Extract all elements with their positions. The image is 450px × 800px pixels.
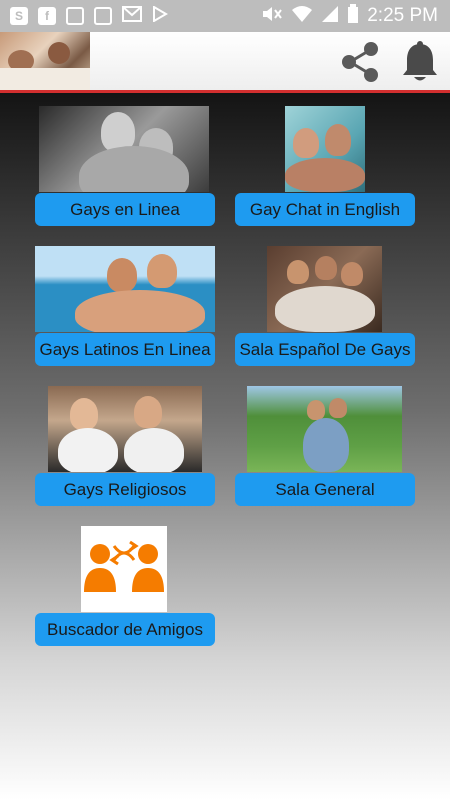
- room-button-gay-chat-english[interactable]: Gay Chat in English: [235, 193, 415, 226]
- app-bar: [0, 32, 450, 93]
- room-thumbnail[interactable]: [285, 106, 365, 192]
- room-thumbnail[interactable]: [39, 106, 209, 192]
- room-button-gays-en-linea[interactable]: Gays en Linea: [35, 193, 215, 226]
- room-button-gays-latinos[interactable]: Gays Latinos En Linea: [35, 333, 215, 366]
- room-grid: Gays en Linea Gay Chat in English Gays L…: [0, 93, 450, 800]
- room-thumbnail[interactable]: [48, 386, 202, 472]
- signal-icon: [321, 5, 339, 28]
- s-notification-icon: S: [10, 7, 28, 25]
- room-thumbnail[interactable]: [267, 246, 382, 332]
- room-thumbnail[interactable]: [247, 386, 402, 472]
- mail-icon: [122, 5, 142, 27]
- room-thumbnail[interactable]: [35, 246, 215, 332]
- room-button-gays-religiosos[interactable]: Gays Religiosos: [35, 473, 215, 506]
- share-icon[interactable]: [338, 40, 382, 84]
- status-time: 2:25 PM: [367, 5, 438, 26]
- app-logo: [0, 32, 90, 90]
- wifi-icon: [291, 5, 313, 28]
- play-store-icon: [152, 4, 168, 27]
- image-icon: [94, 7, 112, 25]
- find-friends-icon[interactable]: [81, 526, 167, 612]
- mute-icon: [261, 5, 283, 28]
- room-button-sala-espanol[interactable]: Sala Español De Gays: [235, 333, 415, 366]
- room-button-sala-general[interactable]: Sala General: [235, 473, 415, 506]
- room-button-buscador-amigos[interactable]: Buscador de Amigos: [35, 613, 215, 646]
- battery-icon: [347, 3, 359, 29]
- facebook-icon: f: [38, 7, 56, 25]
- bell-icon[interactable]: [400, 40, 440, 84]
- status-bar: S f 2:25 PM: [0, 0, 450, 32]
- news-icon: [66, 7, 84, 25]
